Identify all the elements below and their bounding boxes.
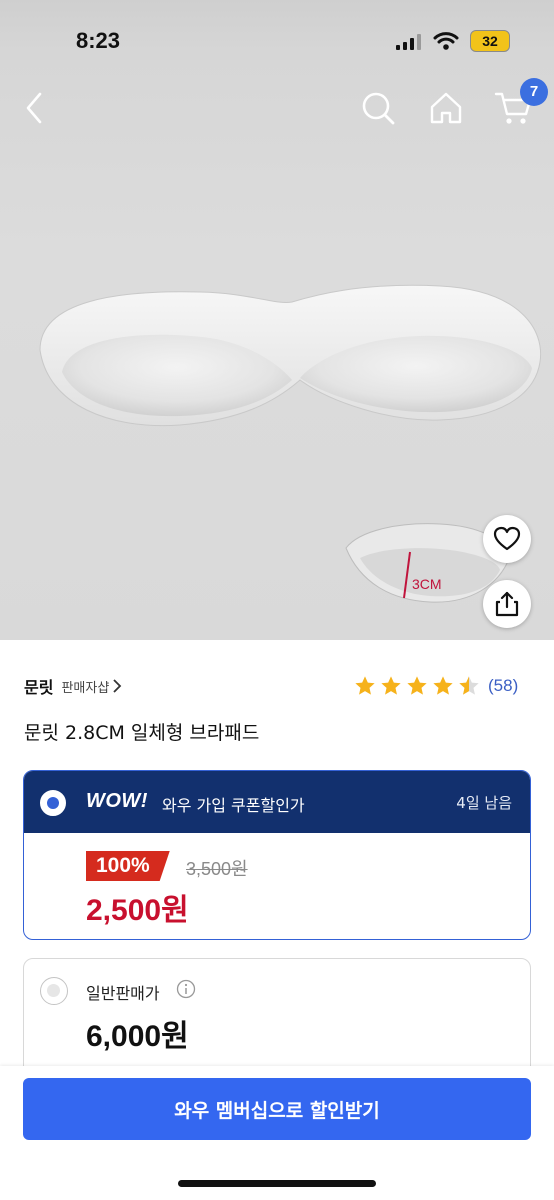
back-button[interactable] (14, 86, 58, 130)
back-icon (26, 92, 42, 124)
wow-membership-cta-button[interactable]: 와우 멤버십으로 할인받기 (23, 1078, 531, 1140)
share-button[interactable] (483, 580, 531, 628)
product-title: 문릿 2.8CM 일체형 브라패드 (24, 722, 260, 744)
wow-logo: WOW! (86, 790, 148, 812)
search-button[interactable] (356, 86, 400, 130)
battery-level: 32 (482, 33, 498, 49)
home-button[interactable] (424, 86, 468, 130)
cart-count-badge: 7 (520, 78, 548, 106)
review-count[interactable]: (58) (488, 676, 518, 696)
search-icon (362, 92, 395, 125)
regular-price: 6,000원 (86, 1020, 189, 1053)
wow-radio-selected[interactable] (40, 790, 66, 816)
wow-price: 2,500원 (86, 894, 189, 927)
bottom-action-bar: 와우 멤버십으로 할인받기 (0, 1066, 554, 1200)
star-full-icon (381, 676, 401, 695)
chevron-right-icon (113, 679, 122, 693)
star-full-icon (407, 676, 427, 695)
info-icon[interactable] (176, 979, 196, 999)
share-icon (495, 591, 519, 617)
product-image-area: 3CM 8:23 32 7 (0, 0, 554, 640)
discount-badge: 100% (86, 851, 170, 881)
star-full-icon (355, 676, 375, 695)
wifi-icon (433, 32, 459, 50)
product-rating[interactable]: (58) (354, 673, 518, 699)
brand-name[interactable]: 문릿 (24, 674, 53, 698)
wow-days-remaining: 4일 남음 (456, 794, 512, 812)
seller-shop-link[interactable]: 판매자샵 (61, 677, 123, 696)
star-full-icon (433, 676, 453, 695)
original-price: 3,500원 (186, 859, 248, 879)
star-half-icon (459, 676, 479, 695)
seller-row: 문릿 판매자샵 (24, 672, 123, 700)
heart-icon (493, 526, 521, 551)
status-time: 8:23 (76, 28, 121, 53)
home-indicator (178, 1180, 376, 1187)
wow-price-header: WOW! 와우 가입 쿠폰할인가 4일 남음 (24, 771, 530, 833)
wishlist-button[interactable] (483, 515, 531, 563)
home-icon (430, 92, 462, 124)
regular-price-label: 일반판매가 (86, 984, 160, 1003)
signal-icon (396, 34, 421, 50)
wow-price-option[interactable]: WOW! 와우 가입 쿠폰할인가 4일 남음 100% 3,500원 2,500… (23, 770, 531, 940)
regular-radio-unselected[interactable] (40, 977, 68, 1005)
wow-price-label: 와우 가입 쿠폰할인가 (162, 796, 305, 815)
product-photo: 3CM (39, 284, 542, 603)
dimension-label: 3CM (412, 576, 442, 592)
seller-shop-label: 판매자샵 (61, 680, 110, 696)
battery-icon: 32 (470, 30, 510, 52)
status-bar: 8:23 32 (0, 0, 554, 84)
